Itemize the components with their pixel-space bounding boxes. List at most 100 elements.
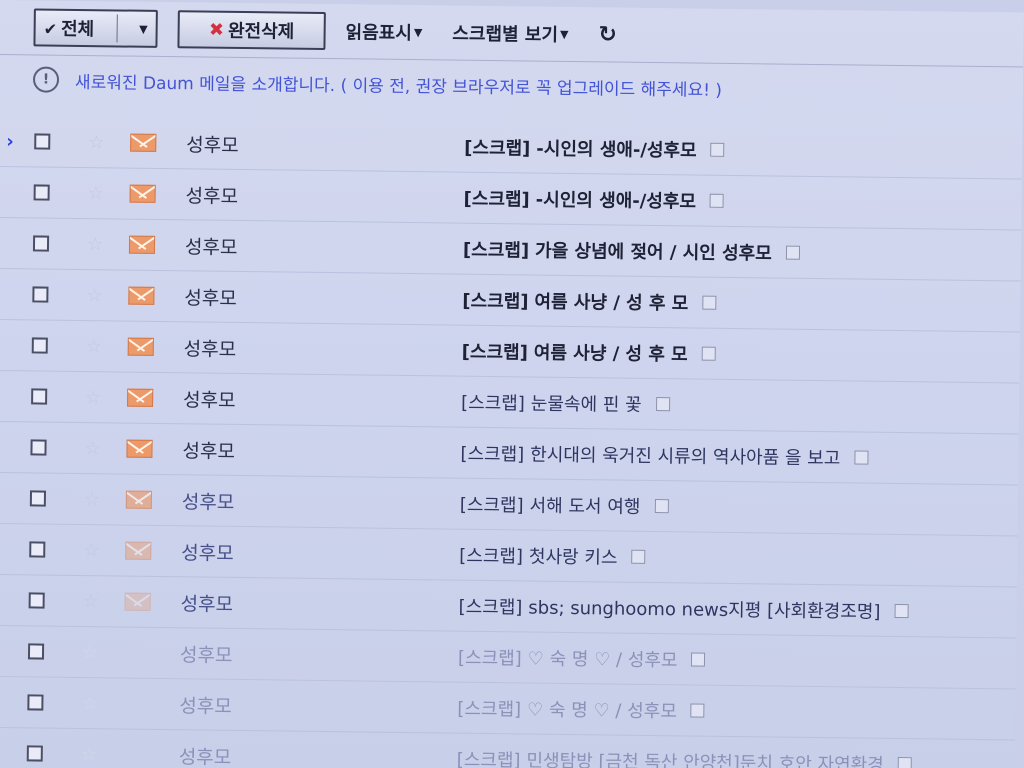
mail-sender[interactable]: 성후모 [179, 691, 232, 719]
mail-sender[interactable]: 성후모 [185, 232, 238, 260]
envelope-icon [127, 337, 154, 356]
preview-icon[interactable] [897, 757, 912, 768]
mail-sender[interactable]: 성후모 [184, 334, 237, 362]
check-icon: ✔ [43, 19, 58, 39]
mail-subject[interactable]: [스크랩] -시인의 생애-/성후모 [464, 134, 725, 163]
envelope-icon [130, 133, 157, 152]
preview-icon[interactable] [894, 603, 909, 619]
mail-checkbox[interactable] [31, 337, 48, 354]
mail-sender[interactable]: 성후모 [181, 538, 234, 566]
mail-checkbox[interactable] [32, 235, 50, 252]
preview-icon[interactable] [691, 652, 706, 667]
scrap-tag: [스크랩] [458, 596, 523, 619]
mail-sender[interactable]: 성후모 [185, 181, 238, 209]
mail-checkbox[interactable] [29, 541, 46, 558]
select-all-label: 전체 [60, 18, 95, 41]
mail-sender[interactable]: 성후모 [180, 589, 234, 617]
mail-subject[interactable]: [스크랩] 민생탐방 [금천 독산 안양천]둔치 호안 자연환경 [457, 746, 912, 768]
mail-subject-text: 민생탐방 [금천 독산 안양천]둔치 호안 자연환경 [526, 750, 884, 768]
star-icon[interactable]: ☆ [81, 693, 97, 714]
mail-checkbox[interactable] [30, 439, 47, 456]
preview-icon[interactable] [654, 499, 669, 514]
scrap-tag: [스크랩] [457, 647, 522, 670]
star-icon[interactable]: ☆ [82, 642, 98, 663]
refresh-icon[interactable]: ↻ [598, 22, 617, 47]
envelope-icon [125, 541, 152, 560]
selected-row-arrow-icon: › [6, 130, 14, 152]
mark-read-menu[interactable]: 읽음표시 ▼ [345, 18, 422, 45]
mail-subject-text: 눈물속에 핀 꽃 [530, 393, 642, 416]
mail-sender[interactable]: 성후모 [183, 385, 236, 413]
mail-sender[interactable]: 성후모 [186, 130, 239, 158]
mail-checkbox[interactable] [27, 643, 45, 660]
scrap-tag: [스크랩] [463, 188, 530, 211]
scrap-view-menu[interactable]: 스크랩별 보기 ▼ [452, 20, 568, 47]
scrap-tag: [스크랩] [459, 545, 524, 568]
preview-icon[interactable] [854, 450, 869, 465]
mail-subject[interactable]: [스크랩] 여름 사냥 / 성 후 모 [462, 338, 716, 367]
notice-banner[interactable]: ! 새로워진 Daum 메일을 소개합니다. ( 이용 전, 권장 브라우저로 … [32, 66, 1023, 104]
mail-sender[interactable]: 성후모 [182, 487, 235, 515]
mail-toolbar: ✔ 전체 ▼ ✖ 완전삭제 읽음표시 ▼ 스크랩별 보기 ▼ ↻ [0, 0, 1024, 68]
scrap-tag: [스크랩] [460, 443, 525, 466]
mail-checkbox[interactable] [27, 694, 44, 711]
permanent-delete-button[interactable]: ✖ 완전삭제 [177, 10, 326, 50]
star-icon[interactable]: ☆ [87, 234, 103, 255]
star-icon[interactable]: ☆ [84, 489, 100, 510]
preview-icon[interactable] [690, 703, 705, 718]
star-icon[interactable]: ☆ [84, 438, 100, 459]
scrap-view-label: 스크랩별 보기 [452, 23, 559, 46]
mail-subject[interactable]: [스크랩] 가을 상념에 젖어 / 시인 성후모 [463, 236, 800, 266]
mail-subject-text: 서해 도서 여행 [529, 495, 641, 518]
mail-sender[interactable]: 성후모 [179, 742, 232, 768]
mail-subject[interactable]: [스크랩] 눈물속에 핀 꽃 [461, 389, 670, 418]
select-all-main[interactable]: ✔ 전체 [44, 15, 95, 42]
mail-checkbox[interactable] [29, 490, 47, 507]
star-icon[interactable]: ☆ [83, 540, 99, 561]
mail-sender[interactable]: 성후모 [184, 283, 237, 311]
mail-sender[interactable]: 성후모 [180, 640, 233, 668]
preview-icon[interactable] [709, 193, 725, 208]
mail-subject[interactable]: [스크랩] sbs; sunghoomo news지평 [사회환경조명] [458, 593, 909, 624]
select-all-button[interactable]: ✔ 전체 ▼ [33, 8, 158, 48]
preview-icon[interactable] [701, 346, 716, 361]
notice-text[interactable]: 새로워진 Daum 메일을 소개합니다. ( 이용 전, 권장 브라우저로 꼭 … [75, 67, 722, 100]
envelope-icon [126, 439, 153, 458]
preview-icon[interactable] [702, 295, 717, 310]
mail-subject[interactable]: [스크랩] 여름 사냥 / 성 후 모 [462, 287, 717, 316]
scrap-tag: [스크랩] [459, 494, 524, 517]
chevron-down-icon: ▼ [413, 25, 423, 39]
preview-icon[interactable] [631, 549, 646, 564]
mail-subject[interactable]: [스크랩] ♡ 숙 명 ♡ / 성후모 [458, 644, 706, 673]
mail-subject[interactable]: [스크랩] 한시대의 욱거진 시류의 역사아품 을 보고 [460, 440, 869, 471]
scrap-tag: [스크랩] [461, 341, 528, 364]
star-icon[interactable]: ☆ [86, 336, 102, 357]
mail-subject[interactable]: [스크랩] 서해 도서 여행 [460, 491, 669, 520]
mail-sender[interactable]: 성후모 [182, 436, 235, 464]
mark-read-label: 읽음표시 [345, 22, 412, 45]
star-icon[interactable]: ☆ [85, 387, 101, 408]
permanent-delete-label: 완전삭제 [227, 20, 295, 43]
star-icon[interactable]: ☆ [83, 591, 99, 612]
mail-subject[interactable]: [스크랩] ♡ 숙 명 ♡ / 성후모 [457, 695, 705, 724]
chevron-down-icon[interactable]: ▼ [139, 22, 148, 35]
preview-icon[interactable] [710, 142, 725, 157]
preview-icon[interactable] [655, 397, 670, 412]
button-divider [116, 14, 118, 43]
star-icon[interactable]: ☆ [88, 183, 104, 204]
envelope-icon [124, 592, 151, 611]
mail-subject[interactable]: [스크랩] 첫사랑 키스 [459, 542, 646, 570]
star-icon[interactable]: ☆ [86, 285, 102, 306]
mail-subject[interactable]: [스크랩] -시인의 생애-/성후모 [463, 185, 725, 214]
mail-checkbox[interactable] [34, 133, 51, 150]
scrap-tag: [스크랩] [460, 392, 525, 415]
preview-icon[interactable] [785, 245, 800, 260]
mail-checkbox[interactable] [33, 184, 50, 201]
mail-checkbox[interactable] [26, 745, 43, 762]
mail-checkbox[interactable] [28, 592, 45, 609]
scrap-tag: [스크랩] [462, 239, 530, 262]
mail-checkbox[interactable] [31, 388, 48, 405]
mail-checkbox[interactable] [32, 286, 49, 303]
star-icon[interactable]: ☆ [88, 132, 104, 153]
star-icon[interactable]: ☆ [81, 744, 97, 765]
